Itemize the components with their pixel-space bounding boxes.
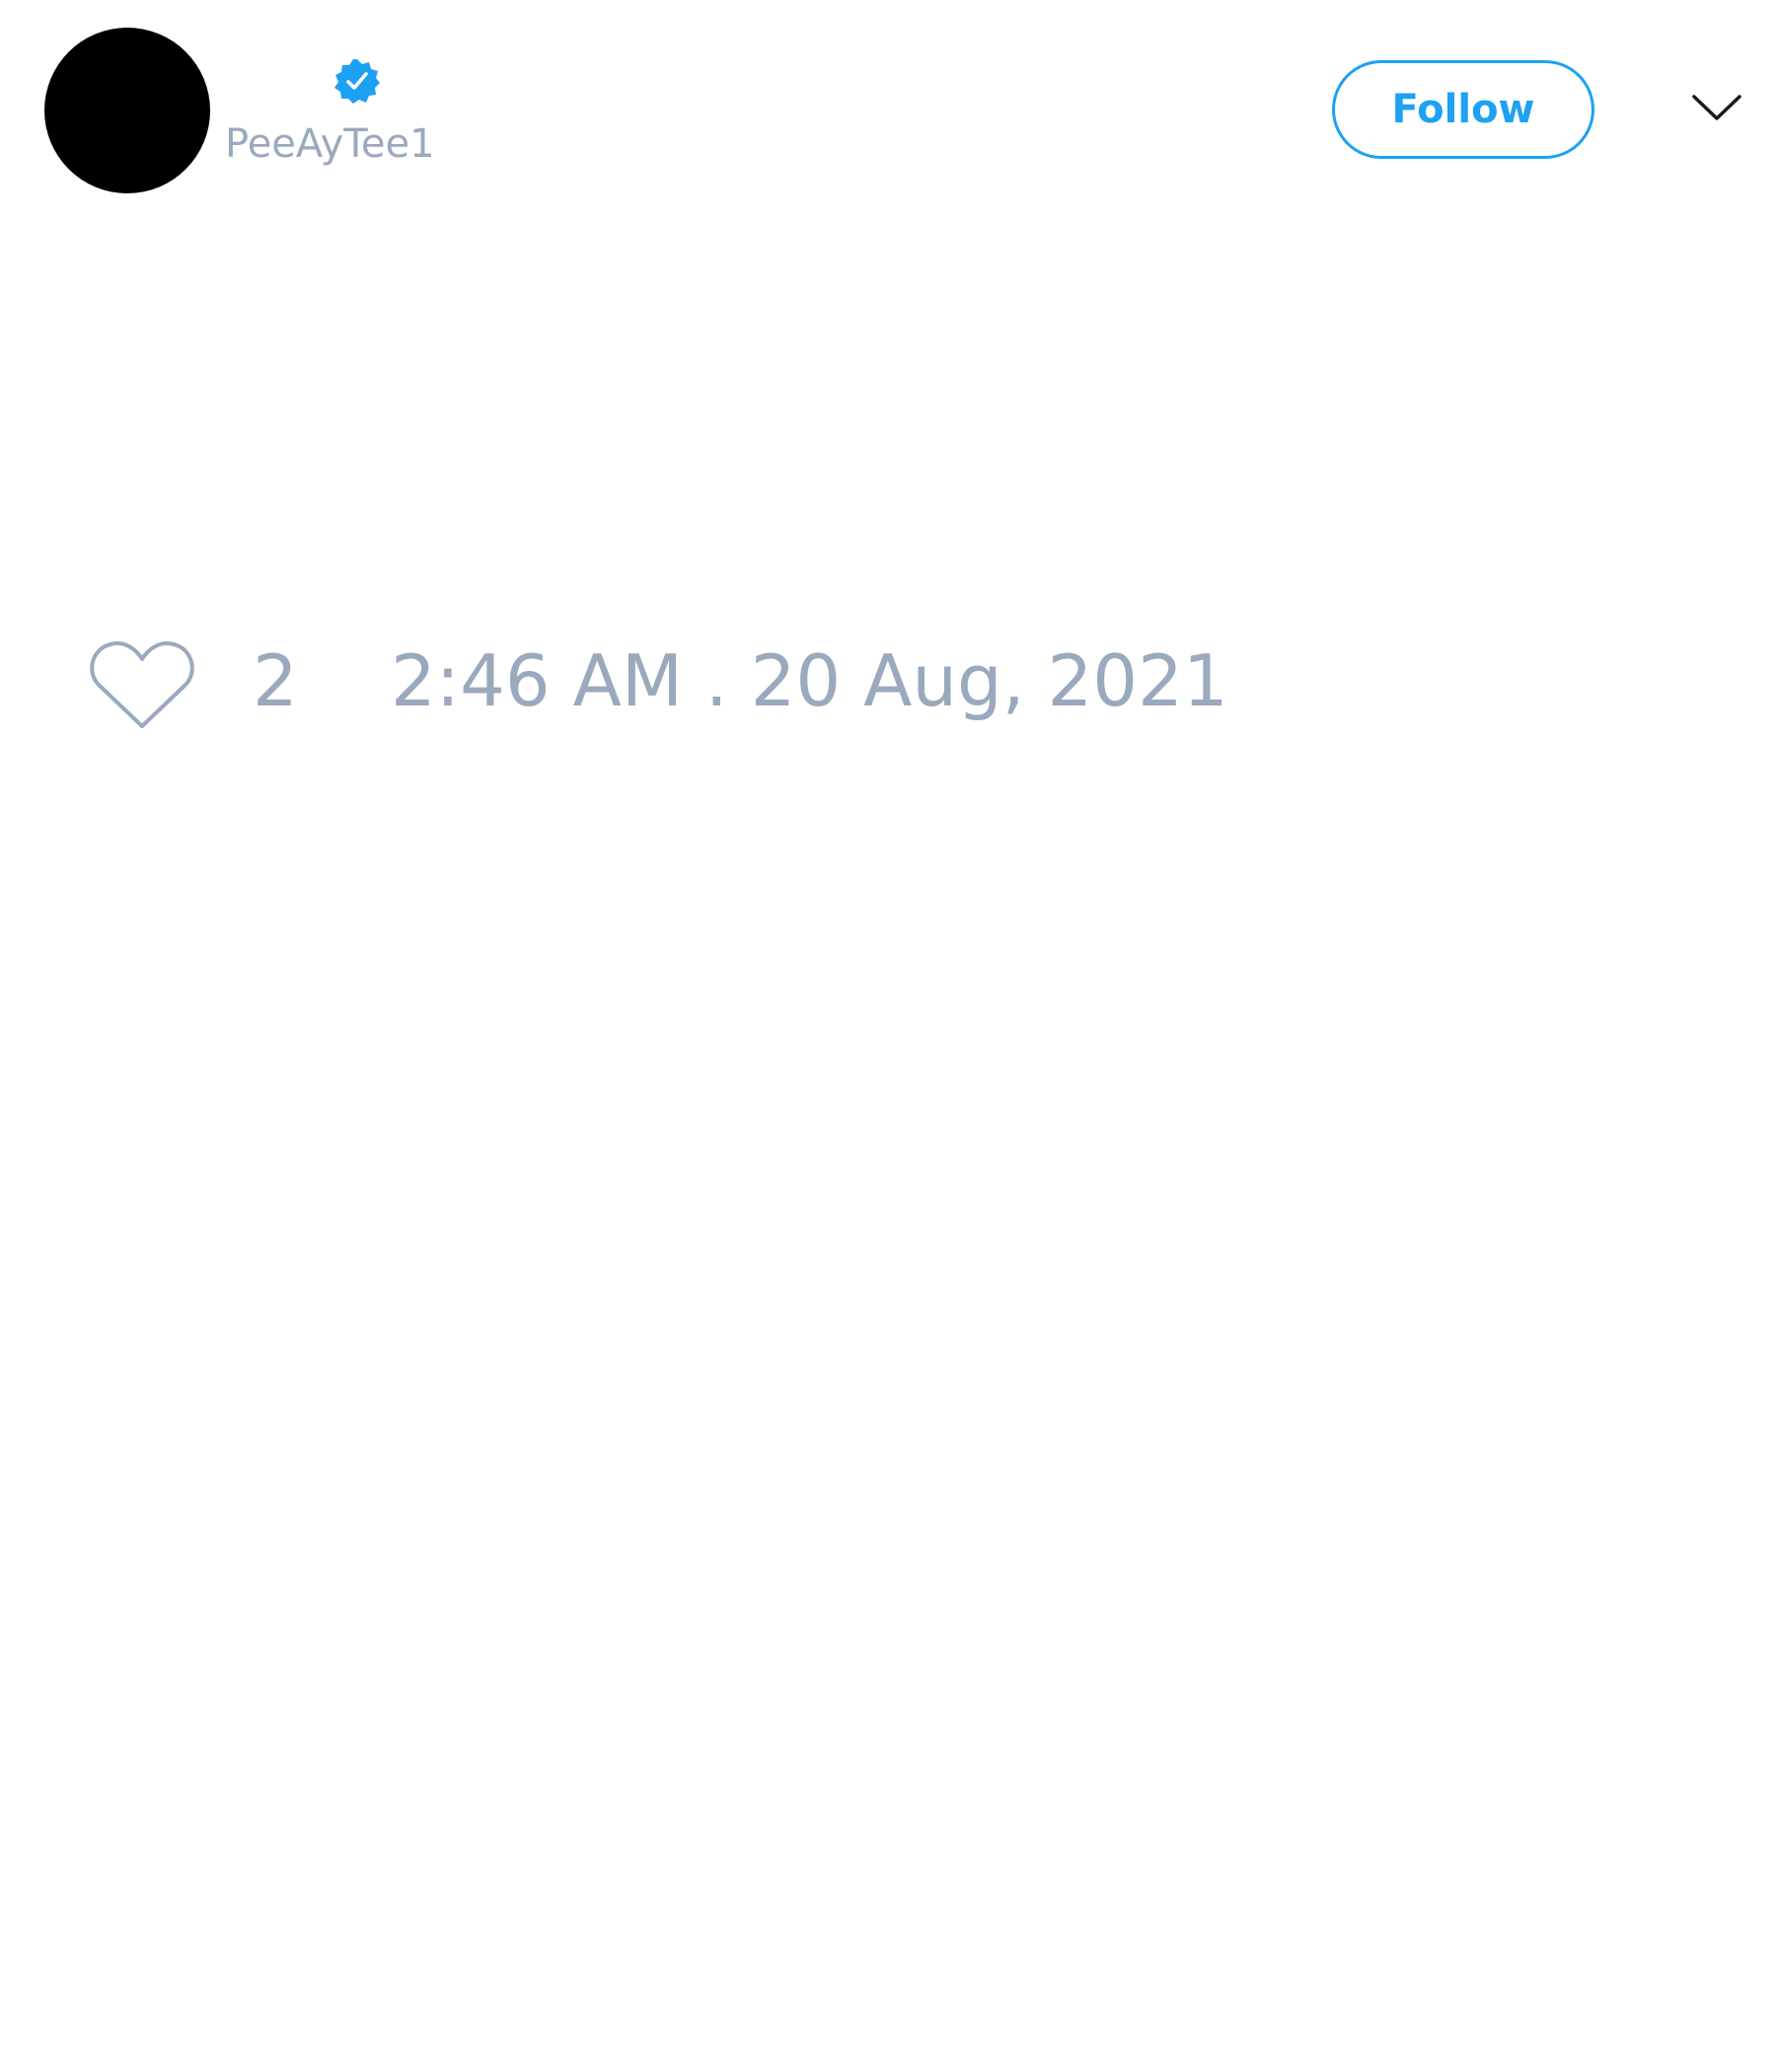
user-handle[interactable]: PeeAyTee1 — [225, 124, 435, 164]
author-info: PeeAyTee1 — [223, 53, 716, 182]
heart-icon[interactable] — [89, 637, 195, 732]
verified-badge-icon — [334, 59, 380, 104]
follow-button[interactable]: Follow — [1332, 60, 1594, 159]
chevron-down-icon[interactable] — [1691, 89, 1742, 128]
tweet-timestamp[interactable]: 2:46 AM . 20 Aug, 2021 — [391, 645, 1228, 716]
tweet-card: PeeAyTee1 Follow 2 2:46 AM . 20 Aug, 202… — [0, 0, 1776, 2072]
tweet-actions: 2 2:46 AM . 20 Aug, 2021 — [89, 631, 1569, 740]
like-count: 2 — [253, 639, 298, 722]
avatar[interactable] — [44, 28, 210, 193]
